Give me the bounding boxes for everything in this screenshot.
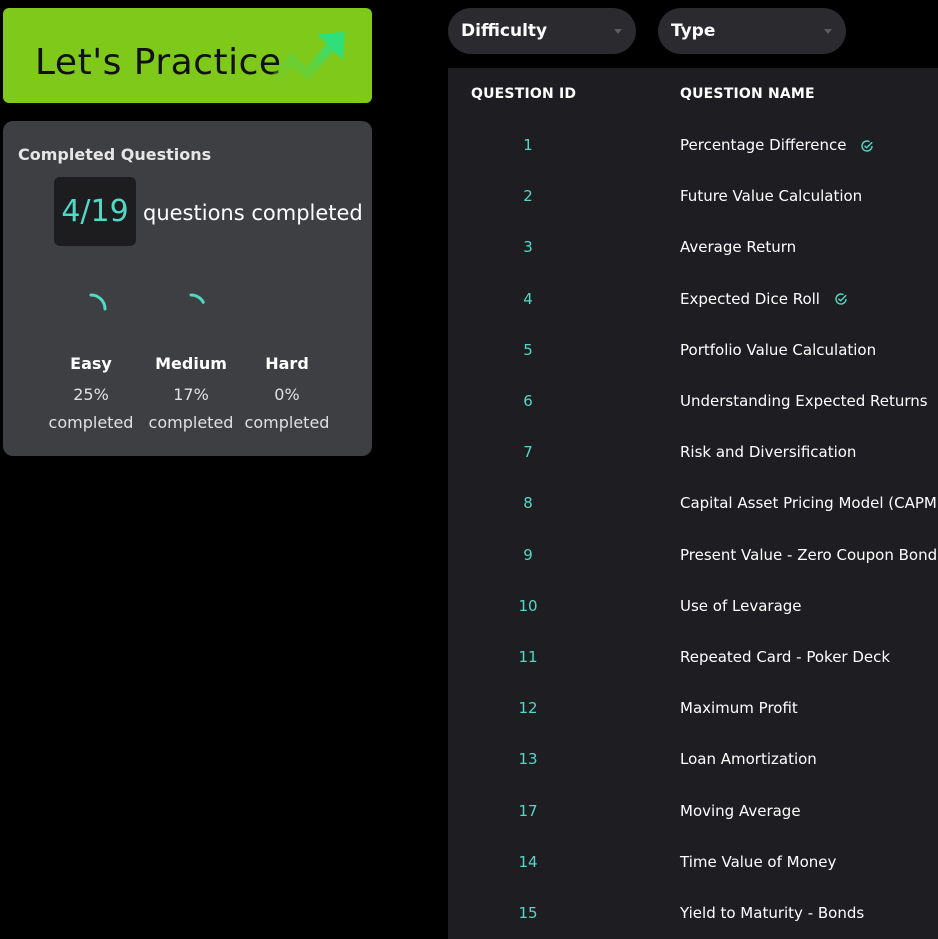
question-name[interactable]: Maximum Profit [680,683,798,734]
question-id: 17 [518,801,538,820]
question-name[interactable]: Capital Asset Pricing Model (CAPM) [680,478,938,529]
question-name[interactable]: Time Value of Money [680,837,836,888]
question-name[interactable]: Risk and Diversification [680,427,856,478]
chevron-down-icon [614,29,622,34]
difficulty-filter-label: Difficulty [461,21,548,41]
question-id: 8 [523,494,533,513]
question-name-text: Maximum Profit [680,699,798,718]
question-name-text: Understanding Expected Returns [680,392,928,410]
table-row[interactable]: 3 Average Return [448,222,938,273]
table-row[interactable]: 6 Understanding Expected Returns [448,376,938,427]
question-id: 15 [518,904,538,922]
column-header-name: QUESTION NAME [680,86,815,102]
hard-progress-ring [267,289,307,329]
table-row[interactable]: 11 Repeated Card - Poker Deck [448,632,938,683]
question-name[interactable]: Understanding Expected Returns [680,376,938,427]
difficulty-completed-label: completed [48,413,134,432]
question-id: 1 [523,136,533,154]
medium-progress-ring [189,293,205,304]
question-name-text: Present Value - Zero Coupon Bond [680,545,938,564]
progress-arc [89,293,107,311]
medium-stats: Medium 17% completed [141,353,241,437]
lets-practice-banner[interactable]: Let's Practice [3,8,372,103]
progress-arc [189,293,205,304]
questions-table: QUESTION ID QUESTION NAME 1 Percentage Di… [448,68,938,939]
question-name[interactable]: Portfolio Value Calculation [680,325,876,376]
banner-title: Let's Practice [35,42,282,83]
question-name[interactable]: Moving Average [680,786,801,837]
difficulty-percent: 17% [173,385,209,404]
completed-count-label: questions completed [143,201,363,225]
completed-check-icon [861,139,874,152]
question-name-text: Time Value of Money [680,852,837,871]
question-name-text: Loan Amortization [680,750,817,769]
table-row[interactable]: 10 Use of Levarage [448,581,938,632]
completed-count: 4/19 [54,177,136,246]
table-row[interactable]: 17 Moving Average [448,786,938,837]
question-id: 4 [523,289,533,308]
question-id: 11 [518,648,538,666]
table-row[interactable]: 4 Expected Dice Roll [448,274,938,325]
trending-up-icon [265,32,345,90]
question-name-text: Portfolio Value Calculation [680,340,877,359]
question-name[interactable]: Expected Dice Roll [680,274,848,325]
difficulty-filter[interactable]: Difficulty [448,8,636,54]
difficulty-percent: 0% [274,385,300,404]
difficulty-completed-label: completed [244,413,330,432]
column-header-id: QUESTION ID [471,86,577,102]
question-id: 10 [518,596,538,615]
question-name[interactable]: Yield to Maturity - Bonds [680,888,864,939]
table-row[interactable]: 5 Portfolio Value Calculation [448,325,938,376]
table-row[interactable]: 9 Present Value - Zero Coupon Bond [448,530,938,581]
question-name-text: Average Return [680,238,797,257]
completed-questions-card: Completed Questions 4/19 questions compl… [3,121,372,456]
question-name-text: Capital Asset Pricing Model (CAPM) [680,494,938,513]
question-id: 9 [523,545,533,564]
completed-check-icon [835,293,847,305]
type-filter-label: Type [671,21,716,41]
table-row[interactable]: 12 Maximum Profit [448,683,938,734]
question-id: 7 [523,443,533,462]
question-id: 5 [523,340,533,359]
question-id: 3 [523,238,533,257]
question-name[interactable]: Use of Levarage [680,581,802,632]
difficulty-name: Medium [155,354,227,373]
question-name-text: Repeated Card - Poker Deck [680,648,891,666]
chevron-down-icon [824,29,832,34]
easy-progress-ring [89,293,107,311]
question-name[interactable]: Future Value Calculation [680,171,862,222]
type-filter[interactable]: Type [658,8,846,54]
question-name-text: Use of Levarage [680,596,802,615]
question-name-text: Moving Average [680,801,801,820]
question-id: 2 [523,187,533,206]
question-name[interactable]: Repeated Card - Poker Deck [680,632,890,683]
table-row[interactable]: 15 Yield to Maturity - Bonds [448,888,938,939]
question-name-text: Percentage Difference [680,136,847,154]
hard-stats: Hard 0% completed [237,353,337,437]
card-title: Completed Questions [18,145,212,164]
difficulty-percent: 25% [73,385,109,404]
table-row[interactable]: 7 Risk and Diversification [448,427,938,478]
question-name-text: Yield to Maturity - Bonds [680,904,865,922]
table-row[interactable]: 8 Capital Asset Pricing Model (CAPM) [448,478,938,529]
easy-stats: Easy 25% completed [41,353,141,437]
table-row[interactable]: 14 Time Value of Money [448,837,938,888]
table-row[interactable]: 13 Loan Amortization [448,734,938,785]
question-name[interactable]: Average Return [680,222,796,273]
question-name[interactable]: Percentage Difference [680,120,874,171]
question-name-text: Expected Dice Roll [680,289,820,308]
question-id: 14 [518,852,538,871]
question-id: 12 [518,699,538,718]
question-id: 6 [523,392,533,410]
question-name-text: Risk and Diversification [680,443,857,462]
table-row[interactable]: 1 Percentage Difference [448,120,938,171]
question-name[interactable]: Loan Amortization [680,734,817,785]
question-name-text: Future Value Calculation [680,187,863,206]
table-row[interactable]: 2 Future Value Calculation [448,171,938,222]
difficulty-name: Hard [265,354,309,373]
question-name[interactable]: Present Value - Zero Coupon Bond [680,530,937,581]
difficulty-completed-label: completed [148,413,234,432]
question-id: 13 [518,750,538,769]
difficulty-name: Easy [70,354,112,373]
